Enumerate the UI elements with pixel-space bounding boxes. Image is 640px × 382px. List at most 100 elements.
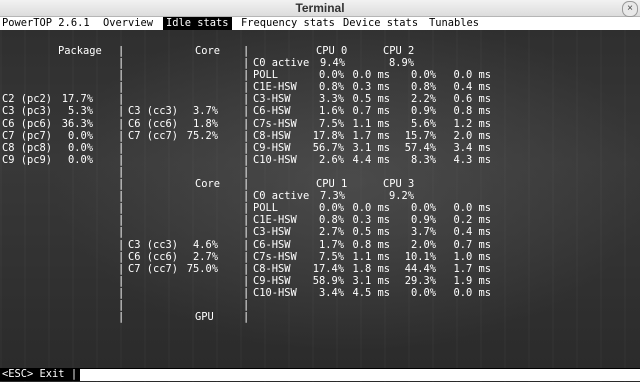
column-separator: | — [118, 105, 125, 118]
cpu-state-percent: 8.3% — [410, 153, 436, 166]
column-separator: | — [243, 286, 250, 299]
cpu-state-percent: 0.8% — [318, 81, 344, 94]
c0-active-label: C0 active — [253, 190, 310, 203]
column-separator: | — [118, 153, 125, 166]
column-separator: | — [243, 141, 250, 154]
table-row: | | POLL 0.0% 0.0 ms 0.0% 0.0 ms — [0, 69, 640, 81]
core-header: Core — [195, 178, 221, 190]
cpu-state-percent: 10.1% — [404, 250, 436, 263]
cpu-state-percent: 5.6% — [410, 117, 436, 130]
cpu-state-time: 1.8 ms — [352, 262, 390, 275]
tab-device-stats[interactable]: Device stats — [343, 17, 418, 30]
cpu-state-name: C8-HSW — [253, 129, 291, 142]
table-row: C9 (pc9) 0.0% | | C10-HSW 2.6% 4.4 ms 8.3% 4.3 m… — [0, 154, 640, 166]
table-row: | | C3 (cc3) 4.6% C6-HSW 1.7% 0.8 ms 2.0% 0.7 ms — [0, 239, 640, 251]
cpu-state-name: POLL — [253, 202, 279, 215]
column-separator: | — [118, 262, 125, 275]
column-separator: | — [118, 141, 125, 154]
cpu-state-percent: 56.7% — [312, 141, 344, 154]
column-separator: | — [118, 202, 125, 215]
cpu-state-percent: 0.8% — [410, 81, 436, 94]
blank-row: | | — [0, 166, 640, 178]
package-state-name: C9 (pc9) — [2, 153, 53, 166]
cpu-state-time: 0.8 ms — [352, 238, 390, 251]
tab-frequency-stats[interactable]: Frequency stats — [241, 17, 335, 30]
cpu-state-percent: 57.4% — [404, 141, 436, 154]
cpu-state-name: C1E-HSW — [253, 81, 297, 94]
package-state-name: C6 (pc6) — [2, 117, 53, 130]
package-state-name: C3 (pc3) — [2, 105, 53, 118]
cpu-state-percent: 29.3% — [404, 274, 436, 287]
tab-idle-stats[interactable]: Idle stats — [163, 17, 232, 30]
cpu-state-percent: 3.4% — [318, 286, 344, 299]
core-state-value: 2.7% — [192, 250, 218, 263]
core-state-name: C3 (cc3) — [128, 105, 179, 118]
exit-hint[interactable]: <ESC> Exit | — [2, 368, 77, 381]
cpu-state-time: 1.2 ms — [453, 117, 491, 130]
app-version: PowerTOP 2.6.1 — [2, 17, 90, 29]
core-state-name: C6 (cc6) — [128, 117, 179, 130]
column-separator: | — [118, 274, 125, 287]
column-separator: | — [243, 57, 250, 69]
cpu-state-time: 0.7 ms — [352, 105, 390, 118]
cpu2-header: CPU 2 — [383, 44, 415, 57]
column-separator: | — [118, 44, 125, 57]
command-input[interactable] — [80, 369, 640, 381]
column-separator: | — [118, 57, 125, 69]
core-state-value: 75.2% — [186, 129, 218, 142]
cpu-state-time: 1.7 ms — [453, 262, 491, 275]
cpu-state-time: 0.2 ms — [453, 214, 491, 227]
cpu-state-time: 1.0 ms — [453, 250, 491, 263]
cpu-state-time: 3.1 ms — [352, 141, 390, 154]
package-state-value: 17.7% — [61, 93, 93, 106]
cpu-state-time: 0.0 ms — [453, 202, 491, 215]
core-header: Core — [195, 44, 221, 57]
cpu-state-time: 0.0 ms — [352, 202, 390, 215]
gpu-header: GPU — [195, 311, 214, 324]
package-state-value: 0.0% — [67, 141, 93, 154]
cpu-state-time: 0.7 ms — [453, 238, 491, 251]
cpu0-active-value: 9.4% — [320, 57, 346, 69]
column-separator: | — [243, 165, 250, 178]
cpu-state-name: POLL — [253, 69, 279, 82]
cpu-state-name: C1E-HSW — [253, 214, 297, 227]
column-separator: | — [243, 81, 250, 94]
cpu-state-percent: 3.7% — [410, 226, 436, 239]
window-titlebar[interactable]: Terminal × — [0, 0, 640, 17]
cpu0-header: CPU 0 — [316, 44, 348, 57]
column-separator: | — [118, 178, 125, 190]
column-separator: | — [118, 165, 125, 178]
cpu-state-time: 1.7 ms — [352, 129, 390, 142]
tab-overview[interactable]: Overview — [103, 17, 153, 30]
column-separator: | — [118, 117, 125, 130]
column-separator: | — [118, 286, 125, 299]
cpu-state-time: 0.5 ms — [352, 226, 390, 239]
tab-tunables[interactable]: Tunables — [429, 17, 479, 30]
cpu-state-percent: 17.4% — [312, 262, 344, 275]
table-row: C2 (pc2) 17.7% | | C3-HSW 3.3% 0.5 ms 2.2% 0.6 m… — [0, 93, 640, 105]
column-separator: | — [243, 178, 250, 190]
terminal-content: PowerTOP 2.6.1 Overview Idle stats Frequ… — [0, 17, 640, 382]
cpu1-header: CPU 1 — [316, 178, 348, 190]
column-separator: | — [243, 105, 250, 118]
column-separator: | — [243, 214, 250, 227]
column-separator: | — [118, 93, 125, 106]
cpu-state-percent: 0.9% — [410, 214, 436, 227]
table-row: C3 (pc3) 5.3% | | C3 (cc3) 3.7% C6-HSW 1.6% 0.7 … — [0, 105, 640, 117]
cpu-state-time: 3.4 ms — [453, 141, 491, 154]
c0-active-label: C0 active — [253, 57, 310, 69]
cpu3-active-value: 9.2% — [389, 190, 415, 203]
close-icon[interactable]: × — [622, 1, 638, 17]
table-row: | | C7 (cc7) 75.0% C8-HSW 17.4% 1.8 ms 44.4% 1.7… — [0, 263, 640, 275]
column-separator: | — [118, 311, 125, 324]
table-row: C8 (pc8) 0.0% | | C9-HSW 56.7% 3.1 ms 57.4% 3.4 … — [0, 142, 640, 154]
column-separator: | — [243, 311, 250, 324]
core-state-value: 75.0% — [186, 262, 218, 275]
package-state-name: C2 (pc2) — [2, 93, 53, 106]
terminal-window: Terminal × PowerTOP 2.6.1 Overview Idle … — [0, 0, 640, 382]
cpu-state-time: 0.3 ms — [352, 214, 390, 227]
core-state-name: C6 (cc6) — [128, 250, 179, 263]
cpu-state-percent: 15.7% — [404, 129, 436, 142]
cpu-state-time: 0.4 ms — [453, 81, 491, 94]
cpu-state-percent: 0.0% — [410, 69, 436, 82]
